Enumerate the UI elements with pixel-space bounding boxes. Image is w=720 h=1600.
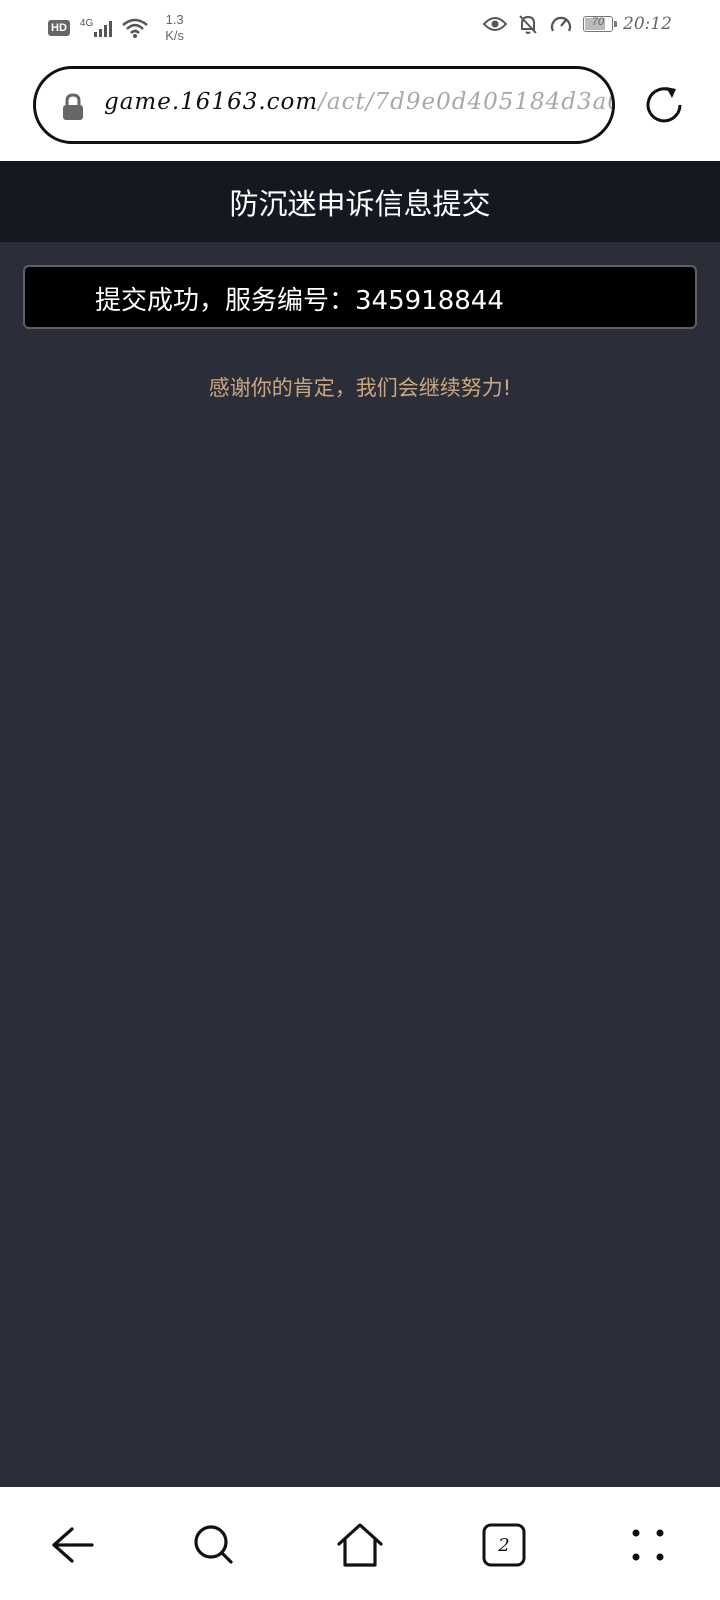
page-content: 提交成功，服务编号：345918844 感谢你的肯定，我们会继续努力!	[0, 242, 720, 1487]
search-button[interactable]	[188, 1519, 240, 1571]
success-message: 提交成功，服务编号：345918844	[95, 286, 504, 316]
success-message-box: 提交成功，服务编号：345918844	[23, 265, 697, 329]
address-bar[interactable]: game.16163.com/act/7d9e0d405184d3a0/x	[33, 66, 615, 144]
speed-value: 1.3	[165, 12, 184, 27]
tab-count: 2	[498, 1534, 510, 1556]
url-path: /act/7d9e0d405184d3a0/x	[318, 89, 615, 115]
search-icon	[194, 1525, 233, 1564]
status-time: 20:12	[623, 14, 672, 34]
lock-icon	[63, 93, 83, 120]
network-speed: 1.3 K/s	[165, 12, 184, 44]
reload-icon[interactable]	[642, 83, 686, 127]
speedometer-icon	[550, 16, 572, 32]
status-right: 70 20:12	[483, 13, 672, 35]
back-button[interactable]	[47, 1519, 99, 1571]
bell-off-icon	[519, 15, 537, 34]
home-button[interactable]	[334, 1519, 386, 1571]
menu-icon	[632, 1529, 664, 1561]
status-left: HD 4G 1.3 K/s	[48, 12, 184, 44]
page-title: 防沉迷申诉信息提交	[229, 186, 491, 221]
wifi-icon	[122, 18, 149, 38]
battery-level: 70	[591, 16, 605, 28]
url-host: game.16163.com	[104, 89, 319, 115]
network-type: 4G	[79, 18, 94, 29]
battery-icon: 70	[583, 16, 617, 32]
back-icon	[52, 1527, 94, 1563]
home-icon	[337, 1523, 383, 1567]
browser-nav-bar: 2	[0, 1487, 720, 1600]
page-header: 防沉迷申诉信息提交	[0, 161, 720, 242]
hd-badge: HD	[48, 20, 70, 36]
status-bar: HD 4G 1.3 K/s 70 20:12	[0, 0, 720, 50]
tabs-button[interactable]: 2	[478, 1519, 530, 1571]
speed-unit: K/s	[165, 28, 185, 43]
eye-icon	[483, 17, 507, 31]
thanks-message: 感谢你的肯定，我们会继续努力!	[208, 376, 512, 400]
signal-icon	[94, 21, 113, 37]
signal-group: 4G	[76, 18, 115, 37]
menu-button[interactable]	[622, 1519, 674, 1571]
url-text[interactable]: game.16163.com/act/7d9e0d405184d3a0/x	[104, 89, 615, 115]
browser-toolbar: game.16163.com/act/7d9e0d405184d3a0/x	[0, 50, 720, 161]
